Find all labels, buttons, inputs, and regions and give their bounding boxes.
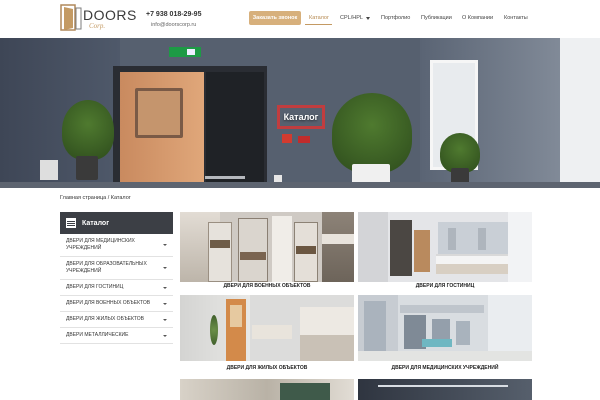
site-header: DOORS Corp. +7 938 018-29-95 info@doorsc… [0, 0, 600, 38]
door-logo-icon [60, 4, 82, 31]
chevron-down-icon [163, 267, 167, 269]
catalog-card-medical[interactable]: Двери для медицинских учреждений [358, 295, 532, 375]
chevron-down-icon [163, 302, 167, 305]
catalog-card-partial-left[interactable] [180, 379, 354, 400]
logo-text: DOORS [83, 7, 137, 23]
sidebar-header: Каталог [60, 212, 173, 234]
sidebar-item-label: Двери для военных объектов [66, 300, 151, 306]
breadcrumb: Главная страница / Каталог [60, 195, 131, 201]
catalog-card-label: Двери для гостиниц [415, 283, 475, 289]
sidebar-item-medical[interactable]: Двери для медицинских учреждений [60, 234, 173, 257]
nav-active-underline [305, 24, 332, 25]
breadcrumb-home[interactable]: Главная страница [60, 195, 106, 201]
pot-center [352, 164, 390, 184]
nav-cpl-hpl-label: CPL/HPL [340, 15, 363, 21]
sidebar-item-label: Двери для медицинских учреждений [66, 238, 135, 251]
sidebar-item-label: Двери для образовательных учреждений [66, 261, 147, 274]
hero-floor [0, 182, 600, 188]
nav-catalog[interactable]: Каталог [309, 11, 329, 25]
hero-panic-bar [205, 176, 245, 179]
nav-contacts[interactable]: Контакты [504, 11, 528, 25]
sidebar-title: Каталог [82, 219, 110, 227]
logo-subtitle: Corp. [89, 22, 106, 30]
sidebar-item-label: Двери металлические [66, 332, 129, 338]
chevron-down-icon [163, 318, 167, 321]
hero-door-dark [206, 72, 264, 188]
plant-center [332, 93, 412, 173]
sidebar-item-hotels[interactable]: Двери для гостиниц [60, 280, 173, 296]
catalog-sidebar: Каталог Двери для медицинских учреждений… [60, 212, 173, 344]
catalog-card-label: Двери для военных объектов [223, 283, 311, 289]
fire-alarm-icon [282, 134, 292, 143]
catalog-card-image [180, 379, 354, 400]
logo[interactable]: DOORS Corp. [60, 4, 136, 32]
exit-sign [169, 47, 201, 57]
sidebar-item-label: Двери для жилых объектов [66, 316, 144, 322]
catalog-card-image [180, 295, 354, 361]
hero-door-window [135, 88, 183, 138]
plant-left [62, 100, 114, 160]
catalog-card-image [180, 212, 354, 282]
fire-sign-icon [298, 136, 310, 143]
catalog-card-label: Двери для жилых объектов [226, 365, 308, 371]
catalog-card-image [358, 379, 532, 400]
chevron-down-icon [365, 16, 370, 20]
breadcrumb-current: Каталог [110, 195, 131, 201]
sidebar-item-residential[interactable]: Двери для жилых объектов [60, 312, 173, 328]
menu-icon [66, 218, 76, 228]
sidebar-item-metal[interactable]: Двери металлические [60, 328, 173, 344]
hero-title-box: Каталог [277, 105, 325, 129]
catalog-card-image [358, 295, 532, 361]
hero-title: Каталог [283, 112, 319, 122]
request-call-button[interactable]: Заказать звонок [249, 11, 301, 25]
catalog-card-military[interactable]: Двери для военных объектов [180, 212, 354, 292]
hero-banner: Каталог [0, 38, 600, 188]
catalog-card-image [358, 212, 532, 282]
chevron-down-icon [163, 334, 167, 337]
catalog-card-partial-right[interactable] [358, 379, 532, 400]
chevron-down-icon [163, 286, 167, 289]
nav-cpl-hpl[interactable]: CPL/HPL [340, 11, 370, 25]
nav-portfolio[interactable]: Портфолио [381, 11, 410, 25]
nav-about[interactable]: О Компании [462, 11, 493, 25]
sidebar-item-military[interactable]: Двери для военных объектов [60, 296, 173, 312]
catalog-card-hotels[interactable]: Двери для гостиниц [358, 212, 532, 292]
hero-window-right [560, 38, 600, 188]
catalog-card-residential[interactable]: Двери для жилых объектов [180, 295, 354, 375]
chevron-down-icon [163, 244, 167, 246]
email-address[interactable]: info@doorscorp.ru [151, 22, 196, 28]
hero-radiator [40, 160, 58, 180]
pot-left [76, 156, 98, 180]
plant-right [440, 133, 480, 173]
phone-number[interactable]: +7 938 018-29-95 [146, 11, 201, 18]
nav-publications[interactable]: Публикации [421, 11, 452, 25]
catalog-card-label: Двери для медицинских учреждений [391, 365, 499, 371]
sidebar-item-label: Двери для гостиниц [66, 284, 124, 290]
sidebar-item-education[interactable]: Двери для образовательных учреждений [60, 257, 173, 280]
